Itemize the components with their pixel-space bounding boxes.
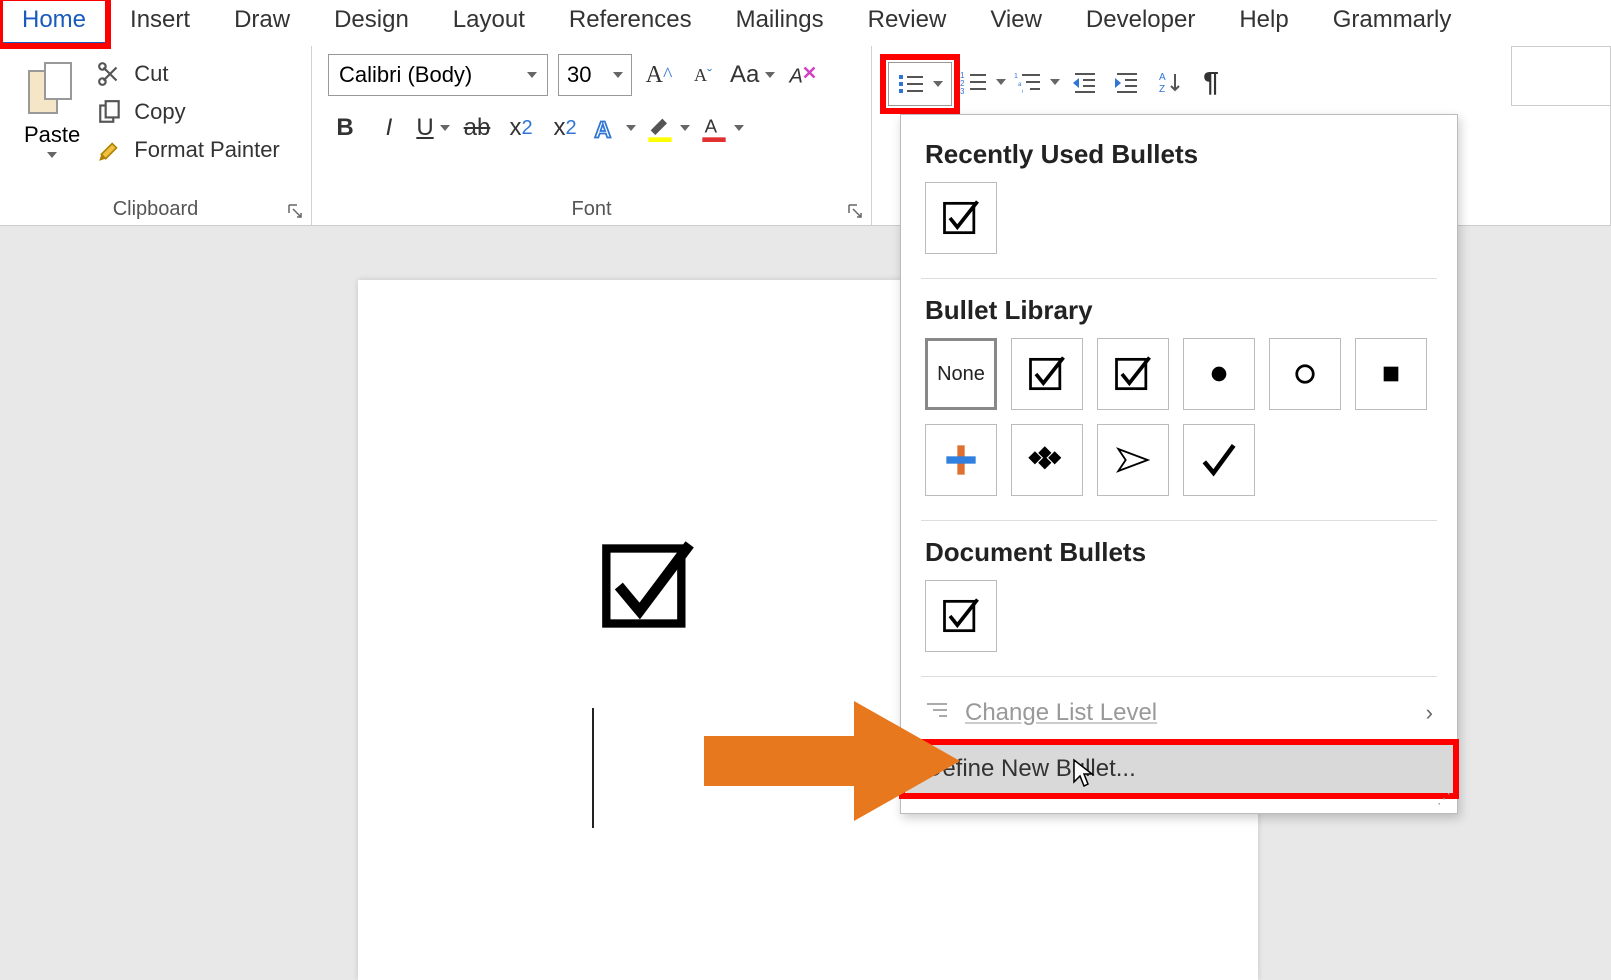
tab-layout[interactable]: Layout [431, 0, 547, 46]
decrease-font-button[interactable]: Aˇ [686, 55, 720, 95]
strikethrough-button[interactable]: ab [460, 108, 494, 148]
clear-formatting-button[interactable]: A [785, 55, 819, 95]
group-font: Calibri (Body) 30 A^ Aˇ Aa A B I U ab [312, 46, 872, 225]
font-family-value: Calibri (Body) [339, 62, 472, 88]
font-size-select[interactable]: 30 [558, 54, 632, 96]
ribbon-tabbar: Home Insert Draw Design Layout Reference… [0, 0, 1611, 46]
chevron-down-icon [527, 72, 537, 78]
paste-button[interactable]: Paste [16, 54, 88, 166]
tab-view[interactable]: View [968, 0, 1064, 46]
recent-bullet-checkbox[interactable] [925, 182, 997, 254]
tab-review[interactable]: Review [846, 0, 969, 46]
tab-home[interactable]: Home [0, 0, 108, 46]
svg-text:A: A [789, 66, 803, 88]
library-bullet-checkbox-2[interactable] [1097, 338, 1169, 410]
clipboard-icon [28, 62, 76, 118]
tab-design[interactable]: Design [312, 0, 431, 46]
library-bullet-arrow[interactable] [1097, 424, 1169, 496]
library-bullet-checkbox-1[interactable] [1011, 338, 1083, 410]
group-clipboard: Paste Cut Copy [0, 46, 312, 225]
bullets-dropdown-button[interactable] [888, 62, 952, 106]
font-family-select[interactable]: Calibri (Body) [328, 54, 548, 96]
svg-text:A: A [705, 116, 718, 137]
increase-indent-button[interactable] [1110, 62, 1144, 102]
recent-heading: Recently Used Bullets [925, 139, 1433, 170]
clipboard-launcher[interactable] [287, 203, 305, 221]
tab-help[interactable]: Help [1217, 0, 1310, 46]
panel-document-section: Document Bullets [901, 529, 1457, 668]
styles-gallery[interactable] [1511, 46, 1611, 106]
library-bullet-color-cross[interactable] [925, 424, 997, 496]
subscript-button[interactable]: x2 [504, 108, 538, 148]
panel-recent-section: Recently Used Bullets [901, 131, 1457, 270]
library-bullet-disc[interactable] [1183, 338, 1255, 410]
svg-text:A: A [594, 116, 611, 142]
copy-icon [96, 98, 124, 126]
numbering-button[interactable]: 123 [960, 62, 1006, 102]
bullets-icon [897, 72, 927, 96]
svg-text:3: 3 [960, 87, 965, 94]
superscript-button[interactable]: x2 [548, 108, 582, 148]
underline-button[interactable]: U [416, 108, 450, 148]
svg-text:1: 1 [1014, 73, 1018, 80]
font-color-button[interactable]: A [700, 108, 744, 148]
paintbrush-icon [96, 136, 124, 164]
resize-grip-icon[interactable]: ⋰ [1437, 790, 1451, 807]
group-clipboard-label: Clipboard [0, 198, 311, 221]
group-font-label: Font [312, 198, 871, 221]
scissors-icon [96, 60, 124, 88]
tab-developer[interactable]: Developer [1064, 0, 1217, 46]
tab-references[interactable]: References [547, 0, 714, 46]
paste-label: Paste [24, 122, 80, 148]
mouse-cursor-icon [1072, 758, 1096, 793]
sort-button[interactable]: AZ [1152, 62, 1186, 102]
tab-insert[interactable]: Insert [108, 0, 212, 46]
library-bullet-checkmark[interactable] [1183, 424, 1255, 496]
svg-text:i: i [1022, 89, 1023, 94]
chevron-right-icon: › [1426, 700, 1433, 726]
font-launcher[interactable] [847, 203, 865, 221]
chevron-down-icon [47, 152, 57, 158]
format-painter-button[interactable]: Format Painter [96, 136, 280, 164]
svg-text:Z: Z [1159, 84, 1165, 94]
italic-button[interactable]: I [372, 108, 406, 148]
library-bullet-circle[interactable] [1269, 338, 1341, 410]
bullets-dropdown-panel: Recently Used Bullets Bullet Library Non… [900, 114, 1458, 814]
text-cursor [592, 708, 594, 828]
library-heading: Bullet Library [925, 295, 1433, 326]
change-case-button[interactable]: Aa [730, 55, 775, 95]
decrease-indent-button[interactable] [1068, 62, 1102, 102]
font-size-value: 30 [567, 62, 591, 88]
tab-mailings[interactable]: Mailings [714, 0, 846, 46]
text-effects-button[interactable]: A [592, 108, 636, 148]
svg-text:A: A [1159, 72, 1166, 83]
increase-font-button[interactable]: A^ [642, 55, 676, 95]
panel-library-section: Bullet Library None [901, 287, 1457, 512]
bold-button[interactable]: B [328, 108, 362, 148]
change-list-level-label: Change List Level [965, 699, 1157, 727]
svg-text:a: a [1018, 82, 1022, 88]
cut-label: Cut [134, 61, 168, 87]
cut-button[interactable]: Cut [96, 60, 280, 88]
document-heading: Document Bullets [925, 537, 1433, 568]
define-new-bullet-item[interactable]: Define New Bullet... [901, 741, 1457, 797]
document-bullet-checkbox[interactable] [925, 580, 997, 652]
copy-label: Copy [134, 99, 185, 125]
tab-grammarly[interactable]: Grammarly [1311, 0, 1474, 46]
format-painter-label: Format Painter [134, 137, 280, 163]
show-hide-marks-button[interactable]: ¶ [1194, 62, 1228, 102]
tab-draw[interactable]: Draw [212, 0, 312, 46]
library-bullet-square[interactable] [1355, 338, 1427, 410]
chevron-down-icon [933, 81, 943, 87]
document-checkbox-bullet [598, 536, 698, 641]
library-bullet-none[interactable]: None [925, 338, 997, 410]
library-bullet-diamond[interactable] [1011, 424, 1083, 496]
multilevel-list-button[interactable]: 1ai [1014, 62, 1060, 102]
annotation-arrow [704, 696, 964, 831]
highlight-button[interactable] [646, 108, 690, 148]
change-list-level-item: Change List Level › [901, 685, 1457, 741]
copy-button[interactable]: Copy [96, 98, 280, 126]
chevron-down-icon [613, 72, 623, 78]
